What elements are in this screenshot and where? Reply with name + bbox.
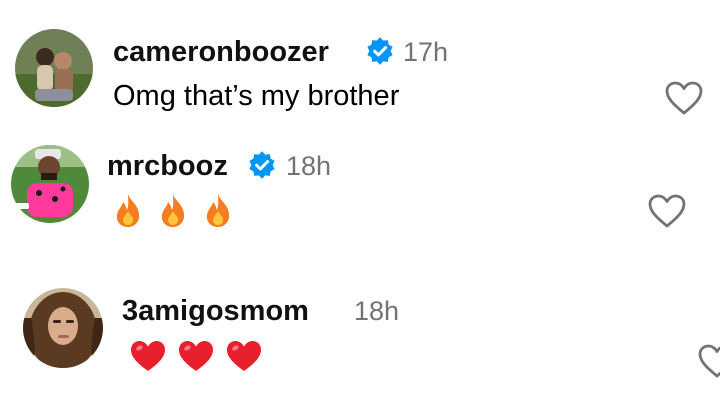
red-heart-emoji-icon bbox=[179, 341, 213, 371]
comment-timestamp: 18h bbox=[354, 296, 400, 326]
like-heart-icon[interactable] bbox=[697, 343, 720, 379]
verified-badge-icon bbox=[367, 37, 393, 65]
comment-username[interactable]: mrcbooz bbox=[107, 150, 228, 183]
comment-text bbox=[113, 192, 233, 228]
avatar[interactable] bbox=[15, 29, 93, 107]
red-heart-emoji-icon bbox=[131, 341, 165, 371]
comment-timestamp: 17h bbox=[403, 37, 449, 67]
like-heart-icon[interactable] bbox=[647, 193, 687, 229]
avatar[interactable] bbox=[11, 145, 89, 223]
comment-text: Omg that’s my brother bbox=[113, 80, 400, 112]
comment-username[interactable]: cameronboozer bbox=[113, 36, 329, 69]
comment-item: 3amigosmom 18h bbox=[0, 270, 720, 405]
comment-username[interactable]: 3amigosmom bbox=[122, 295, 309, 328]
comment-timestamp: 18h bbox=[286, 151, 332, 181]
like-heart-icon[interactable] bbox=[664, 80, 704, 116]
red-heart-emoji-icon bbox=[227, 341, 261, 371]
fire-emoji-icon bbox=[116, 194, 140, 227]
comment-text bbox=[129, 339, 263, 373]
verified-badge-icon bbox=[249, 151, 275, 179]
fire-emoji-icon bbox=[161, 194, 185, 227]
fire-emoji-icon bbox=[206, 194, 230, 227]
comment-item: mrcbooz 18h bbox=[0, 130, 720, 270]
comment-item: cameronboozer 17h Omg that’s my brother bbox=[0, 0, 720, 130]
avatar[interactable] bbox=[23, 288, 103, 368]
